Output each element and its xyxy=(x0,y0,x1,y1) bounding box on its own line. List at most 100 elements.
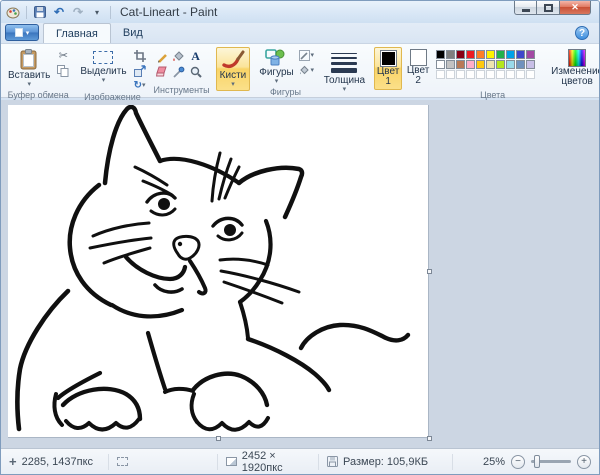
cat-stroke-jaw-right xyxy=(240,302,248,338)
zoom-in-button[interactable]: + xyxy=(577,455,591,469)
crop-button[interactable] xyxy=(132,49,148,62)
palette-swatch[interactable] xyxy=(526,60,535,69)
color2-label: Цвет 2 xyxy=(405,66,431,86)
pencil-icon xyxy=(156,51,168,63)
cat-stroke-right-ear xyxy=(239,168,302,217)
copy-button[interactable] xyxy=(55,64,71,77)
palette-swatch-empty[interactable] xyxy=(486,70,495,79)
palette-swatch[interactable] xyxy=(456,50,465,59)
help-button[interactable]: ? xyxy=(575,26,589,40)
palette-swatch-empty[interactable] xyxy=(526,70,535,79)
rotate-button[interactable]: ↻ ▾ xyxy=(132,79,148,92)
palette-swatch[interactable] xyxy=(436,50,445,59)
status-bar: + 2285, 1437пкс 2452 × 1920пкс Размер: 1… xyxy=(1,448,599,474)
image-size-value: 2452 × 1920пкс xyxy=(242,450,310,474)
maximize-button[interactable] xyxy=(537,1,560,15)
tab-home[interactable]: Главная xyxy=(43,23,111,43)
rotate-icon: ↻ xyxy=(134,80,142,91)
palette-swatch[interactable] xyxy=(486,50,495,59)
eraser-tool-button[interactable] xyxy=(154,65,170,78)
color2-swatch xyxy=(410,49,427,66)
select-rectangle-icon xyxy=(93,51,113,64)
palette-swatch[interactable] xyxy=(466,60,475,69)
color-picker-tool-button[interactable] xyxy=(171,65,187,78)
palette-swatch-empty[interactable] xyxy=(506,70,515,79)
palette-swatch[interactable] xyxy=(446,50,455,59)
close-button[interactable]: ✕ xyxy=(560,1,591,15)
eyedropper-icon xyxy=(173,66,185,78)
paint-canvas[interactable] xyxy=(8,105,429,438)
qat-customize-dropdown[interactable]: ▾ xyxy=(89,4,105,20)
palette-swatch-empty[interactable] xyxy=(496,70,505,79)
chevron-down-icon: ▾ xyxy=(102,77,106,84)
select-button[interactable]: Выделить ▾ xyxy=(77,47,129,86)
group-label-spacer xyxy=(216,91,251,96)
zoom-out-button[interactable]: − xyxy=(511,455,525,469)
canvas-resize-handle-bottom[interactable] xyxy=(216,436,221,441)
shape-outline-button[interactable]: ▾ xyxy=(299,49,315,62)
canvas-resize-handle-right[interactable] xyxy=(427,269,432,274)
chevron-down-icon: ▾ xyxy=(26,29,30,37)
palette-swatch-empty[interactable] xyxy=(466,70,475,79)
redo-button[interactable]: ↷ xyxy=(70,4,86,20)
cursor-position-value: 2285, 1437пкс xyxy=(22,456,93,468)
zoom-level-value: 25% xyxy=(483,456,505,468)
text-tool-button[interactable]: A xyxy=(188,50,204,63)
paste-button[interactable]: Вставить ▾ xyxy=(5,47,53,90)
group-label-shapes: Фигуры xyxy=(256,87,314,98)
brushes-button[interactable]: Кисти ▾ xyxy=(216,47,251,91)
paint-menu-button[interactable]: ▾ xyxy=(5,24,39,41)
cursor-position-icon: + xyxy=(9,457,17,467)
palette-swatch[interactable] xyxy=(516,50,525,59)
window-title: Cat-Lineart - Paint xyxy=(120,5,217,19)
zoom-slider-thumb[interactable] xyxy=(534,455,540,468)
thickness-button[interactable]: Толщина ▾ xyxy=(321,47,368,95)
save-button[interactable] xyxy=(32,4,48,20)
cut-button[interactable]: ✂ xyxy=(55,49,71,62)
color1-button[interactable]: Цвет 1 xyxy=(374,47,402,90)
thickness-icon xyxy=(331,49,357,75)
edit-colors-button[interactable]: Изменение цветов xyxy=(543,47,600,89)
fill-tool-button[interactable] xyxy=(171,50,187,63)
palette-swatch-empty[interactable] xyxy=(456,70,465,79)
minus-icon: − xyxy=(515,457,521,467)
palette-swatch[interactable] xyxy=(496,50,505,59)
cat-right-pupil xyxy=(224,224,236,236)
palette-swatch[interactable] xyxy=(486,60,495,69)
palette-swatch[interactable] xyxy=(476,60,485,69)
color2-button[interactable]: Цвет 2 xyxy=(404,47,432,88)
palette-swatch[interactable] xyxy=(436,60,445,69)
paint-window: ↶ ↷ ▾ Cat-Lineart - Paint ✕ ▾ Главная Ви… xyxy=(0,0,600,475)
cat-stroke-left-paw-top xyxy=(63,389,140,419)
cat-stroke-nose xyxy=(174,236,199,259)
magnifier-tool-button[interactable] xyxy=(188,65,204,78)
palette-swatch[interactable] xyxy=(446,60,455,69)
palette-swatch[interactable] xyxy=(456,60,465,69)
group-brushes: Кисти ▾ xyxy=(214,46,253,97)
palette-swatch[interactable] xyxy=(466,50,475,59)
shape-fill-button[interactable]: ▾ xyxy=(299,64,315,77)
chevron-down-icon: ▾ xyxy=(275,78,279,85)
zoom-slider[interactable] xyxy=(531,460,571,463)
chevron-down-icon: ▾ xyxy=(310,67,314,74)
shapes-button[interactable]: Фигуры ▾ xyxy=(256,47,296,87)
palette-swatch[interactable] xyxy=(496,60,505,69)
palette-swatch-empty[interactable] xyxy=(516,70,525,79)
palette-swatch[interactable] xyxy=(476,50,485,59)
palette-swatch[interactable] xyxy=(516,60,525,69)
palette-swatch-empty[interactable] xyxy=(436,70,445,79)
palette-swatch[interactable] xyxy=(506,50,515,59)
palette-swatch[interactable] xyxy=(506,60,515,69)
ribbon-tab-row: ▾ Главная Вид ? xyxy=(1,23,599,44)
minimize-button[interactable] xyxy=(514,1,537,15)
canvas-resize-handle-corner[interactable] xyxy=(427,436,432,441)
resize-button[interactable] xyxy=(132,64,148,77)
palette-swatch-empty[interactable] xyxy=(446,70,455,79)
disk-icon xyxy=(327,456,338,467)
undo-button[interactable]: ↶ xyxy=(51,4,67,20)
palette-swatch[interactable] xyxy=(526,50,535,59)
pencil-tool-button[interactable] xyxy=(154,50,170,63)
palette-swatch-empty[interactable] xyxy=(476,70,485,79)
tab-view[interactable]: Вид xyxy=(111,23,155,43)
cat-stroke-tail xyxy=(301,325,408,348)
